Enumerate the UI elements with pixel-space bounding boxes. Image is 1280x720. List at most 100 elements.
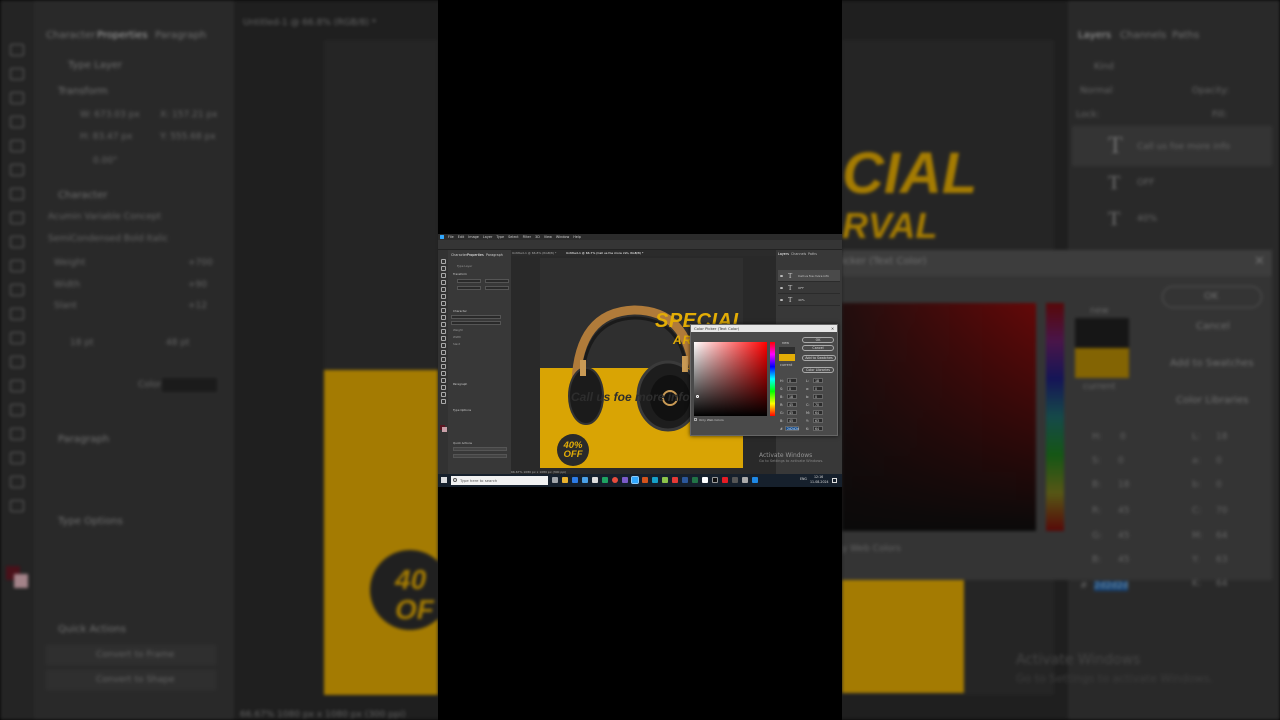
tab-layers[interactable]: Layers [778,252,789,256]
app-icon[interactable] [622,477,628,483]
hue-slider[interactable] [770,342,775,416]
notification-icon[interactable] [832,478,837,483]
cancel-button[interactable]: Cancel [802,345,834,351]
lasso-tool-icon[interactable] [440,273,446,278]
hand-tool-icon[interactable] [440,392,446,397]
tab-paths[interactable]: Paths [808,252,817,256]
menu-image[interactable]: Image [468,235,479,239]
menu-file[interactable]: File [448,235,454,239]
eye-icon[interactable] [780,275,783,277]
history-brush-icon[interactable] [440,329,446,334]
color-marker[interactable] [696,395,699,398]
convert-frame-button[interactable] [453,447,507,451]
brush-tool-icon[interactable] [440,315,446,320]
close-icon[interactable]: ✕ [831,326,834,331]
doc-tab-1[interactable]: Untitled-1 @ 66.8% (RGB/8) * [512,251,556,255]
task-view-icon[interactable] [552,477,558,483]
move-tool-icon[interactable] [440,259,446,264]
file-explorer-icon[interactable] [562,477,568,483]
app-icon[interactable] [732,477,738,483]
blue-field[interactable]: 45 [787,418,797,423]
eye-icon[interactable] [780,299,783,301]
menu-filter[interactable]: Filter [523,235,531,239]
windows-start-icon[interactable] [441,477,447,483]
language-indicator[interactable]: ENG [800,477,807,481]
app-icon[interactable] [662,477,668,483]
app-icon[interactable] [642,477,648,483]
chrome-icon[interactable] [612,477,618,483]
app-icon[interactable] [592,477,598,483]
ok-button[interactable]: OK [802,337,834,343]
blur-tool-icon[interactable] [440,350,446,355]
shape-tool-icon[interactable] [440,385,446,390]
eyedropper-tool-icon[interactable] [440,301,446,306]
current-color-swatch[interactable] [779,354,795,361]
background-color-swatch[interactable] [442,427,447,432]
dodge-tool-icon[interactable] [440,357,446,362]
s-field[interactable]: 0 [787,386,797,391]
eraser-tool-icon[interactable] [440,336,446,341]
tab-properties[interactable]: Properties [467,253,484,257]
convert-shape-button[interactable] [453,454,507,458]
app-icon[interactable] [692,477,698,483]
h-field[interactable]: 0 [787,378,797,383]
hex-field[interactable]: 2d2d2d [785,426,799,431]
stamp-tool-icon[interactable] [440,322,446,327]
clock-time[interactable]: 12:16 [814,475,823,479]
menu-window[interactable]: Window [556,235,569,239]
tab-paragraph[interactable]: Paragraph [486,253,503,257]
menu-layer[interactable]: Layer [483,235,492,239]
g-field[interactable]: 45 [787,410,797,415]
clock-date[interactable]: 11-08-2024 [810,480,829,484]
crop-tool-icon[interactable] [440,287,446,292]
store-icon[interactable] [582,477,588,483]
layer-row[interactable]: T OFF [778,282,840,294]
only-web-colors-checkbox[interactable] [694,418,697,421]
menu-3d[interactable]: 3D [535,235,540,239]
taskbar-search[interactable]: Type here to search [451,476,548,485]
k-field[interactable]: 64 [813,426,823,431]
lab-b-field[interactable]: 0 [813,394,823,399]
app-icon[interactable] [742,477,748,483]
healing-tool-icon[interactable] [440,308,446,313]
menu-select[interactable]: Select [508,235,518,239]
edge-icon[interactable] [572,477,578,483]
r-field[interactable]: 45 [787,402,797,407]
m-field[interactable]: 64 [813,410,823,415]
layer-row[interactable]: T 40% [778,294,840,306]
app-icon[interactable] [672,477,678,483]
zoom-tool-icon[interactable] [440,399,446,404]
a-field[interactable]: 0 [813,386,823,391]
select-tool-icon[interactable] [440,280,446,285]
photoshop-icon[interactable] [631,476,639,484]
app-icon[interactable] [712,477,718,483]
type-tool-icon[interactable] [440,371,446,376]
add-to-swatches-button[interactable]: Add to Swatches [802,355,836,361]
app-icon[interactable] [722,477,728,483]
app-icon[interactable] [752,477,758,483]
menu-help[interactable]: Help [573,235,581,239]
app-icon[interactable] [682,477,688,483]
marquee-tool-icon[interactable] [440,266,446,271]
tab-character[interactable]: Character [451,253,467,257]
app-icon[interactable] [602,477,608,483]
menu-edit[interactable]: Edit [458,235,465,239]
app-icon[interactable] [652,477,658,483]
menu-view[interactable]: View [544,235,552,239]
path-select-icon[interactable] [440,378,446,383]
y-field[interactable]: 63 [813,418,823,423]
l-field[interactable]: 18 [813,378,823,383]
eye-icon[interactable] [780,287,783,289]
saturation-field[interactable] [694,342,767,416]
pen-tool-icon[interactable] [440,364,446,369]
menu-type[interactable]: Type [496,235,504,239]
layer-row[interactable]: T Call us foe more info [778,270,840,282]
c-field[interactable]: 70 [813,402,823,407]
gradient-tool-icon[interactable] [440,343,446,348]
app-icon[interactable] [702,477,708,483]
tab-channels[interactable]: Channels [791,252,806,256]
b-field[interactable]: 18 [787,394,797,399]
frame-tool-icon[interactable] [440,294,446,299]
doc-tab-2[interactable]: Untitled-1 @ 66.7% (Call us foe more inf… [566,251,643,255]
color-libraries-button[interactable]: Color Libraries [802,367,834,373]
